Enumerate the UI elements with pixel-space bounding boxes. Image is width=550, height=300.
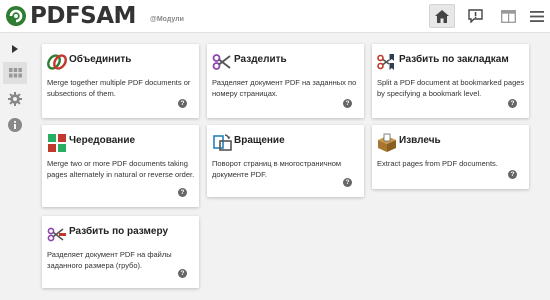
help-icon[interactable]: ? <box>343 99 352 108</box>
module-title: Объединить <box>69 54 132 65</box>
sidebar-expand-button[interactable] <box>3 38 27 60</box>
info-icon <box>8 118 22 132</box>
news-button[interactable] <box>462 4 488 28</box>
home-icon <box>435 9 449 23</box>
split-by-size-icon <box>47 227 66 242</box>
sidebar-item-settings[interactable] <box>3 88 27 110</box>
scissors-icon <box>212 54 231 70</box>
module-title: Вращение <box>234 135 285 146</box>
app-edition-label: @Модули <box>150 16 184 23</box>
module-title: Разбить по закладкам <box>399 54 509 65</box>
help-icon[interactable]: ? <box>178 188 187 197</box>
module-card-extract[interactable]: Извлечь Extract pages from PDF documents… <box>372 125 529 189</box>
module-card-split-by-bookmarks[interactable]: Разбить по закладкам Split a PDF documen… <box>372 44 529 118</box>
help-icon[interactable]: ? <box>178 269 187 278</box>
gear-icon <box>8 92 22 106</box>
module-description: Merge together multiple PDF documents or… <box>47 78 191 98</box>
module-card-split[interactable]: Разделить Разделяет документ PDF на зада… <box>207 44 364 118</box>
split-bookmarks-icon <box>377 54 394 70</box>
sidebar <box>0 34 30 300</box>
sidebar-item-modules[interactable] <box>3 62 27 84</box>
module-description: Разделяет документ PDF на заданных по но… <box>212 78 357 98</box>
main-menu-button[interactable] <box>524 4 550 28</box>
help-icon[interactable]: ? <box>178 99 187 108</box>
module-description: Merge two or more PDF documents taking p… <box>47 159 195 179</box>
module-description: Extract pages from PDF documents. <box>377 159 498 168</box>
dashboard-icon <box>500 9 516 23</box>
module-card-alternate-mix[interactable]: Чередование Merge two or more PDF docume… <box>42 125 199 207</box>
module-description: Поворот страниц в многостраничном докуме… <box>212 159 342 179</box>
pdfsam-logo-icon <box>6 6 26 26</box>
hamburger-menu-icon <box>530 10 544 22</box>
sidebar-item-about[interactable] <box>3 114 27 136</box>
expand-arrow-icon <box>12 45 18 53</box>
news-alert-icon <box>467 9 483 23</box>
module-card-split-by-size[interactable]: Разбить по размеру Разделяет документ PD… <box>42 216 199 288</box>
grid-icon <box>8 68 22 78</box>
help-icon[interactable]: ? <box>508 99 517 108</box>
help-icon[interactable]: ? <box>343 178 352 187</box>
merge-icon <box>47 54 67 70</box>
extract-icon <box>378 133 396 152</box>
module-title: Разбить по размеру <box>69 226 169 237</box>
alternate-mix-icon <box>48 134 66 152</box>
rotate-icon <box>213 134 232 151</box>
module-description: Split a PDF document at bookmarked pages… <box>377 78 525 98</box>
module-title: Разделить <box>234 54 287 65</box>
module-description: Разделяет документ PDF на файлы заданног… <box>47 250 172 270</box>
module-card-merge[interactable]: Объединить Merge together multiple PDF d… <box>42 44 199 118</box>
top-bar: PDFSAM @Модули <box>0 0 550 33</box>
module-title: Извлечь <box>399 135 441 146</box>
module-card-rotate[interactable]: Вращение Поворот страниц в многостраничн… <box>207 125 364 197</box>
dashboard-button[interactable] <box>495 4 521 28</box>
app-logo-text: PDFSAM <box>30 3 136 29</box>
home-button[interactable] <box>429 4 455 28</box>
module-title: Чередование <box>69 135 136 146</box>
help-icon[interactable]: ? <box>508 170 517 179</box>
